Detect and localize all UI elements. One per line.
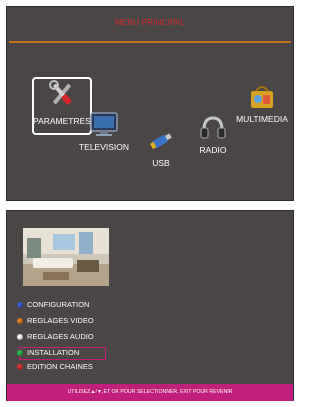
tools-icon [46, 80, 78, 110]
list-item-installation[interactable]: INSTALLATION [17, 347, 187, 359]
usb-stick-icon [148, 129, 174, 153]
orange-bullet-icon [17, 317, 23, 324]
blue-bullet-icon [17, 301, 23, 308]
white-bullet-icon [17, 333, 23, 340]
list-item-label: CONFIGURATION [27, 300, 90, 309]
settings-panel: CONFIGURATION REGLAGES VIDEO REGLAGES AU… [6, 210, 294, 401]
red-bullet-icon [17, 363, 23, 370]
list-item-label: REGLAGES AUDIO [27, 332, 94, 341]
list-item-edition-chaines[interactable]: EDITION CHAINES [17, 361, 187, 373]
media-bag-icon [247, 83, 277, 111]
menu-item-label: RADIO [199, 145, 227, 155]
main-menu-panel: MENU PRINCIPAL PARAMETRES TELEVISION USB… [6, 6, 294, 201]
list-item-label: REGLAGES VIDEO [27, 316, 94, 325]
menu-item-usb[interactable]: USB [143, 129, 179, 168]
menu-item-radio[interactable]: RADIO [193, 115, 233, 155]
green-bullet-icon [17, 349, 23, 356]
menu-item-label: USB [152, 158, 170, 168]
list-item-label: INSTALLATION [27, 348, 80, 357]
list-item-configuration[interactable]: CONFIGURATION [17, 299, 187, 311]
headphones-icon [199, 115, 227, 141]
list-item-reglages-audio[interactable]: REGLAGES AUDIO [17, 331, 187, 343]
menu-item-television[interactable]: TELEVISION [69, 111, 139, 152]
tv-icon [89, 111, 119, 137]
title-divider [9, 41, 291, 43]
main-menu-title: MENU PRINCIPAL [114, 18, 186, 27]
footer-hint-bar: UTILISEZ▲/▼,ET OK POUR SELECTIONNER, EXI… [7, 384, 293, 401]
menu-item-label: MULTIMEDIA [236, 114, 288, 124]
menu-item-label: TELEVISION [78, 142, 130, 152]
room-preview-image [23, 228, 109, 286]
menu-item-multimedia[interactable]: MULTIMEDIA [229, 83, 295, 124]
list-item-reglages-video[interactable]: REGLAGES VIDEO [17, 315, 187, 327]
footer-hint-text: UTILISEZ▲/▼,ET OK POUR SELECTIONNER, EXI… [67, 389, 233, 395]
list-item-label: EDITION CHAINES [27, 362, 93, 371]
